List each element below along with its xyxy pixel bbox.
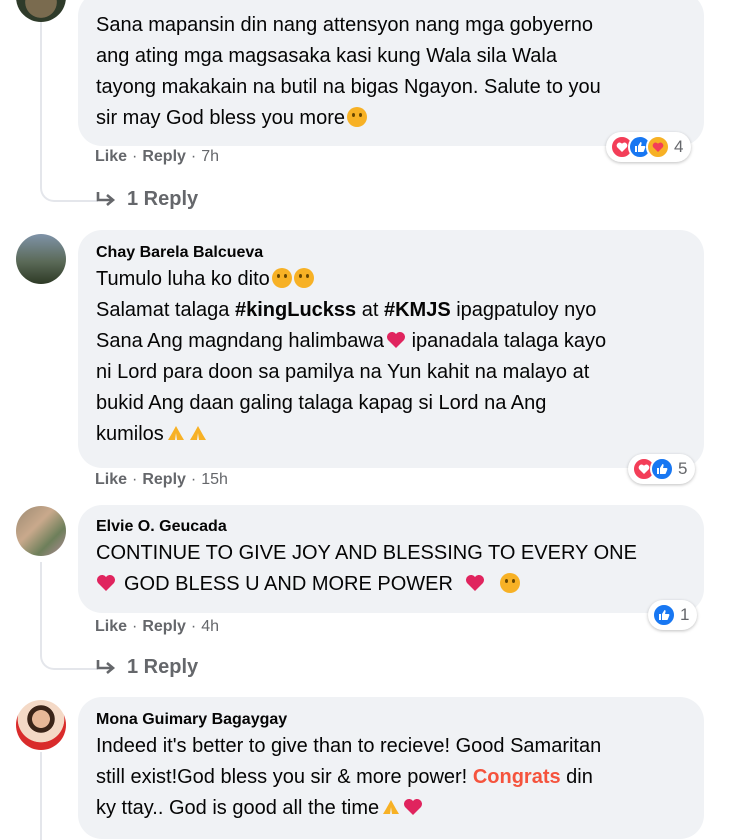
avatar[interactable] (16, 506, 66, 556)
care-reaction-icon (646, 135, 670, 159)
reply-link[interactable]: Reply (142, 148, 186, 166)
reply-link[interactable]: Reply (142, 471, 186, 489)
reaction-summary[interactable]: 4 (606, 132, 692, 162)
thread-connector (40, 648, 98, 670)
comment-actions: Like · Reply · 7h (95, 148, 220, 166)
like-link[interactable]: Like (95, 471, 127, 489)
thread-line (40, 562, 42, 648)
praying-hands-emoji-icon (381, 796, 401, 816)
comment-author[interactable]: Elvie O. Geucada (96, 516, 686, 538)
avatar[interactable] (16, 234, 66, 284)
like-link[interactable]: Like (95, 618, 127, 636)
reaction-count: 5 (678, 459, 688, 478)
reaction-summary[interactable]: 1 (648, 600, 698, 630)
smiling-face-emoji-icon (500, 573, 521, 593)
reaction-count: 4 (674, 137, 684, 156)
avatar[interactable] (16, 700, 66, 750)
like-link[interactable]: Like (95, 148, 127, 166)
comment-text: CONTINUE TO GIVE JOY AND BLESSING TO EVE… (96, 542, 637, 595)
view-replies-label: 1 Reply (127, 656, 199, 678)
praying-hands-emoji-icon (188, 422, 208, 442)
crying-face-emoji-icon (271, 268, 292, 288)
reply-arrow-icon (96, 659, 116, 674)
comment-bubble: Chay Barela Balcueva Tumulo luha ko dito… (78, 230, 704, 468)
red-heart-emoji-icon (96, 574, 116, 592)
view-replies-link[interactable]: 1 Reply (95, 188, 198, 211)
praying-hands-emoji-icon (166, 422, 186, 442)
comment-text: Sana mapansin din nang attensyon nang mg… (96, 14, 601, 129)
thread-line (40, 752, 42, 840)
comment-bubble: Elvie O. Geucada CONTINUE TO GIVE JOY AN… (78, 505, 704, 613)
comment-actions: Like · Reply · 4h (95, 618, 220, 636)
reply-arrow-icon (96, 191, 116, 206)
avatar[interactable] (16, 0, 66, 22)
thread-connector (40, 180, 98, 202)
view-replies-label: 1 Reply (127, 188, 199, 210)
reaction-count: 1 (680, 605, 690, 624)
comment-bubble: Sana mapansin din nang attensyon nang mg… (78, 0, 704, 146)
comment-timestamp[interactable]: 15h (201, 471, 228, 489)
red-heart-emoji-icon (403, 798, 423, 816)
comment-author[interactable]: Mona Guimary Bagaygay (96, 709, 686, 731)
like-reaction-icon (652, 603, 676, 627)
comment-bubble: Mona Guimary Bagaygay Indeed it's better… (78, 697, 704, 839)
comment-actions: Like · Reply · 15h (95, 471, 228, 489)
congrats-highlight[interactable]: Congrats (473, 766, 561, 788)
red-heart-emoji-icon (465, 574, 485, 592)
red-heart-emoji-icon (386, 331, 406, 349)
reply-link[interactable]: Reply (142, 618, 186, 636)
comment-timestamp[interactable]: 4h (201, 618, 219, 636)
thread-line (40, 0, 42, 180)
reaction-summary[interactable]: 5 (628, 454, 696, 484)
sad-face-emoji-icon (293, 268, 314, 288)
hashtag-link[interactable]: #kingLuckss (235, 299, 356, 321)
comment-text: Indeed it's better to give than to recie… (96, 735, 602, 819)
comment-timestamp[interactable]: 7h (201, 148, 219, 166)
comment-text: Tumulo luha ko dito Salamat talaga #king… (96, 268, 607, 445)
view-replies-link[interactable]: 1 Reply (95, 656, 198, 679)
like-reaction-icon (650, 457, 674, 481)
comment-author[interactable]: Chay Barela Balcueva (96, 242, 686, 264)
kissing-face-emoji-icon (346, 107, 367, 127)
hashtag-link[interactable]: #KMJS (384, 299, 451, 321)
